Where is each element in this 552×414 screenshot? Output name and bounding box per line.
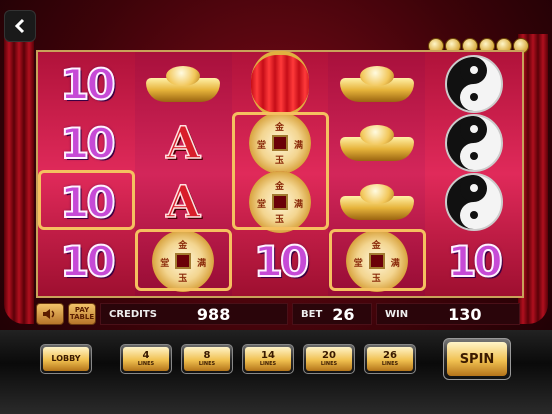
- symbol-text: 10: [59, 59, 116, 110]
- chevron-left-icon: [14, 18, 25, 34]
- lines-count: 8: [203, 350, 211, 361]
- lines-14-button[interactable]: 14 LINES: [242, 344, 294, 374]
- symbol-text: 10: [59, 177, 116, 228]
- coin-character: 玉: [178, 274, 188, 284]
- reel-5: 10: [425, 52, 522, 296]
- coin-character: 满: [390, 259, 400, 269]
- game-stage: 10 10 10 10 A A 金满玉堂金满玉堂金满玉堂 10 金满玉堂 10 PAY TABLE…: [0, 0, 552, 414]
- lucky-coin-icon: 金满玉堂: [135, 230, 232, 292]
- symbol-ten: 10: [38, 232, 135, 290]
- lines-count: 20: [322, 350, 336, 361]
- lines-label: LINES: [320, 361, 338, 367]
- sound-button[interactable]: [36, 303, 64, 325]
- ingot-shape: [339, 182, 414, 222]
- symbol-ten: 10: [232, 232, 329, 290]
- symbol-ten: 10: [38, 55, 135, 113]
- lucky-coin-icon: 金满玉堂: [232, 112, 329, 174]
- symbol-text: 10: [253, 236, 310, 287]
- coin-character: 堂: [160, 259, 170, 269]
- lines-8-button[interactable]: 8 LINES: [181, 344, 233, 374]
- coin-character: 满: [197, 259, 207, 269]
- spin-button[interactable]: SPIN: [443, 338, 511, 380]
- reels-grid: 10 10 10 10 A A 金满玉堂金满玉堂金满玉堂 10 金满玉堂 10: [36, 50, 524, 298]
- coin-character: 玉: [371, 274, 381, 284]
- win-label: WIN: [385, 308, 409, 320]
- coin-character: 满: [293, 141, 303, 151]
- gold-ingot-icon: [328, 55, 425, 113]
- lines-label: LINES: [198, 361, 216, 367]
- paytable-button[interactable]: PAY TABLE: [68, 303, 96, 325]
- coin-shape: 金满玉堂: [152, 230, 215, 292]
- gold-ingot-icon: [328, 173, 425, 231]
- lines-26-button[interactable]: 26 LINES: [364, 344, 416, 374]
- lines-label: LINES: [137, 361, 155, 367]
- yin-yang-icon: [425, 173, 522, 231]
- coin-character: 金: [371, 241, 381, 251]
- symbol-text: 10: [59, 118, 116, 169]
- symbol-ace: A: [135, 114, 232, 172]
- win-panel: WIN 130: [376, 303, 520, 325]
- ingot-shape: [146, 64, 221, 104]
- bet-value: 26: [332, 304, 355, 324]
- lobby-button[interactable]: LOBBY: [40, 344, 92, 374]
- coin-character: 玉: [274, 156, 284, 166]
- symbol-ten: 10: [38, 173, 135, 231]
- reel-4: 金满玉堂: [328, 52, 426, 296]
- credits-value: 988: [196, 304, 231, 324]
- coin-shape: 金满玉堂: [345, 230, 408, 292]
- credits-panel: CREDITS 988: [100, 303, 288, 325]
- coin-character: 玉: [274, 215, 284, 225]
- reel-2: AA金满玉堂: [134, 52, 232, 296]
- lucky-coin-icon: 金满玉堂: [328, 230, 425, 292]
- coin-character: 满: [293, 200, 303, 210]
- back-button[interactable]: [4, 10, 36, 42]
- left-curtain: [4, 34, 34, 324]
- yin-yang-icon: [425, 55, 522, 113]
- coin-character: 堂: [256, 200, 266, 210]
- coin-character: 堂: [353, 259, 363, 269]
- credits-label: CREDITS: [109, 308, 157, 320]
- spin-label: SPIN: [447, 342, 507, 376]
- lines-count: 4: [142, 350, 150, 361]
- yinyang-shape: [444, 55, 503, 113]
- yin-yang-icon: [425, 114, 522, 172]
- hud-bar: PAY TABLE CREDITS 988 BET 26 WIN 130: [36, 303, 520, 325]
- lines-4-button[interactable]: 4 LINES: [120, 344, 172, 374]
- win-value: 130: [448, 304, 482, 324]
- coin-character: 堂: [256, 141, 266, 151]
- symbol-text: 10: [446, 236, 503, 287]
- ingot-shape: [339, 123, 414, 163]
- bet-panel: BET 26: [292, 303, 372, 325]
- red-lantern-icon: [232, 51, 329, 117]
- coin-shape: 金满玉堂: [248, 171, 311, 233]
- symbol-ten: 10: [38, 114, 135, 172]
- ingot-shape: [339, 64, 414, 104]
- coin-character: 金: [274, 182, 284, 192]
- yinyang-shape: [444, 114, 503, 172]
- lines-count: 26: [383, 350, 397, 361]
- lines-count: 14: [261, 350, 275, 361]
- yinyang-shape: [444, 173, 503, 231]
- speaker-icon: [43, 309, 55, 319]
- reel-1: 10 10 10 10: [38, 52, 135, 296]
- symbol-text: 10: [59, 236, 116, 287]
- lucky-coin-icon: 金满玉堂: [232, 171, 329, 233]
- symbol-ace: A: [135, 173, 232, 231]
- reel-3: 金满玉堂金满玉堂 10: [231, 51, 329, 296]
- symbol-text: A: [165, 117, 201, 170]
- lines-label: LINES: [381, 361, 399, 367]
- lines-label: LINES: [259, 361, 277, 367]
- lobby-label: LOBBY: [51, 354, 81, 363]
- coin-shape: 金满玉堂: [248, 112, 311, 174]
- lantern-shape: [250, 51, 309, 117]
- symbol-text: A: [165, 176, 201, 229]
- gold-ingot-icon: [328, 114, 425, 172]
- coin-character: 金: [274, 123, 284, 133]
- gold-ingot-icon: [135, 55, 232, 113]
- coin-character: 金: [178, 241, 188, 251]
- bet-label: BET: [301, 308, 323, 320]
- lines-20-button[interactable]: 20 LINES: [303, 344, 355, 374]
- symbol-ten: 10: [425, 232, 522, 290]
